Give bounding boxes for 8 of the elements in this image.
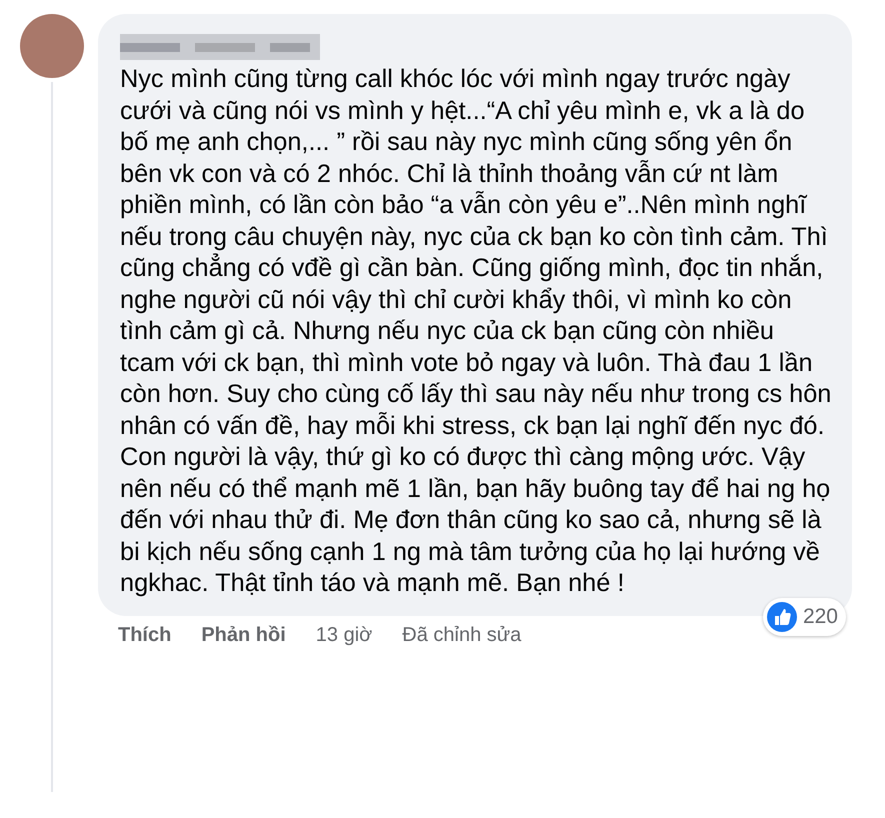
meta-text: Đã chỉnh sửa — [402, 622, 522, 648]
reaction-number: 220 — [802, 604, 838, 630]
like-icon — [766, 602, 797, 632]
action-link[interactable]: Phản hồi — [201, 620, 286, 650]
comment-text: Nyc mình cũng từng call khóc lóc với mình ngay trước ngày cưới và cũng nói vs mình y hệt...“A chỉ yêu mình e, vk a là do bố mẹ anh chọn,... ” rồi sau này nyc mình cũng sống yên ổn bên vk con và có 2 nhóc. Chỉ là thỉnh thoảng vẫn cứ nt làm phiền mình, có lần còn bảo “a vẫn còn yêu e”..Nên mình nghĩ nếu trong câu chuyện này, nyc của ck bạn ko còn tình cảm. Thì cũng chẳng có vđề gì cần bàn. Cũng giống mình, đọc tin nhắn, nghe người cũ nói vậy thì chỉ cười khẩy thôi, vì mình ko còn tình cảm gì cả. Nhưng nếu nyc của ck bạn cũng còn nhiều tcam với ck bạn, thì mình vote bỏ ngay và luôn. Thà đau 1 lần còn hơn. Suy cho cùng cố lấy thì sau này nếu như trong cs hôn nhân có vấn đề, hay mỗi khi stress, ck bạn lại nghĩ đến nyc đó. Con người là vậy, thứ gì ko có được thì càng mộng ước. Vậy nên nếu có thể mạnh mẽ 1 lần, bạn hãy buông tay để hai ng họ đến với nhau thử đi. Mẹ đơn thân cũng ko sao cả, nhưng sẽ là bi kịch nếu sống cạnh 1 ng mà tâm tưởng của họ lại hướng về ngkhac. Thật tỉnh táo và mạnh mẽ. Bạn nhé ! — [120, 64, 832, 599]
meta-text: 13 giờ — [316, 622, 372, 648]
action-link[interactable]: Thích — [118, 620, 172, 650]
reaction-count[interactable]: 220 — [762, 598, 846, 636]
